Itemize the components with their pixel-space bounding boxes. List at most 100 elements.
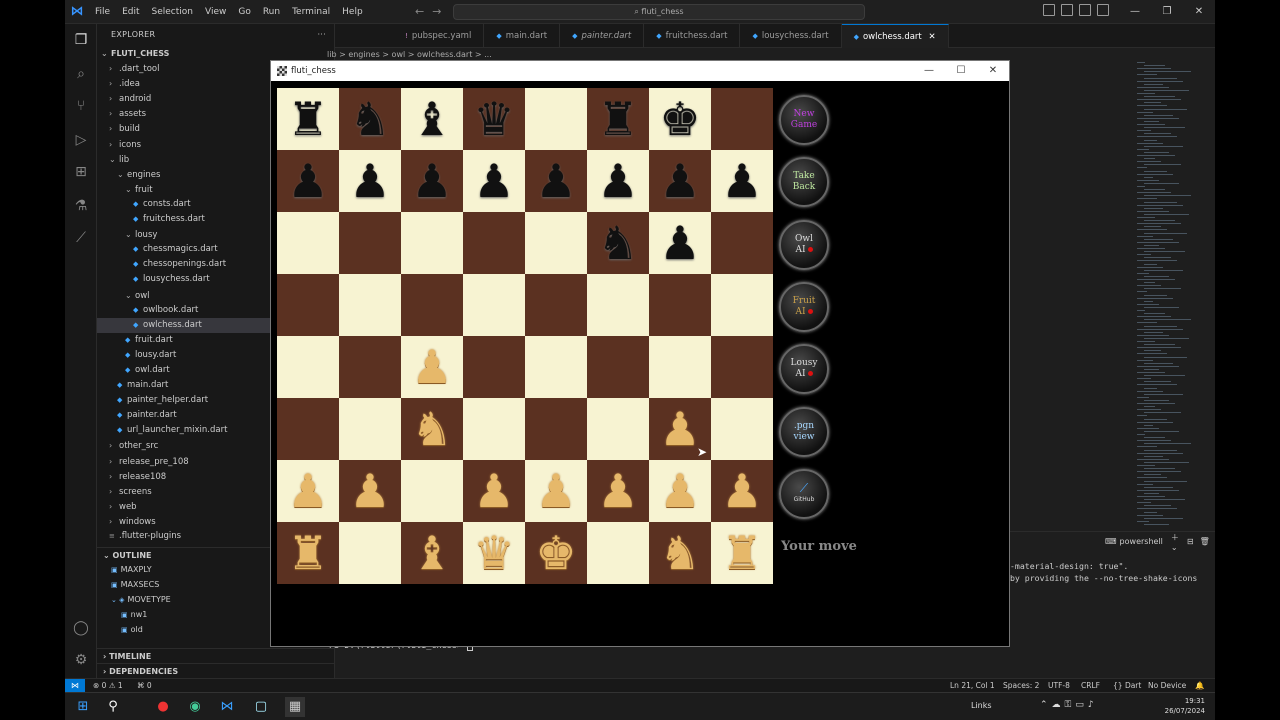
board-square[interactable]	[587, 398, 649, 460]
board-square[interactable]: ♜	[277, 522, 339, 584]
minimize-icon[interactable]: —	[1119, 0, 1151, 24]
black-queen-icon[interactable]: ♛	[473, 96, 514, 142]
board-square[interactable]	[587, 522, 649, 584]
board-square[interactable]: ♞	[339, 88, 401, 150]
kill-terminal-icon[interactable]: 🗑	[1200, 537, 1210, 546]
close-icon[interactable]: ✕	[977, 61, 1009, 81]
board-square[interactable]: ♛	[463, 522, 525, 584]
source-control-icon[interactable]: ⑂	[71, 96, 91, 116]
split-terminal-icon[interactable]: ⊟	[1187, 537, 1194, 546]
system-tray-icons[interactable]: ⌃☁⚿▭♪	[1040, 700, 1098, 710]
white-knight-icon[interactable]: ♞	[659, 530, 700, 576]
run-debug-icon[interactable]: ▷	[71, 130, 91, 150]
board-square[interactable]	[339, 212, 401, 274]
search-icon[interactable]: ⚲	[103, 697, 123, 717]
menu-terminal[interactable]: Terminal	[286, 0, 336, 24]
close-icon[interactable]: ✕	[1183, 0, 1215, 24]
board-square[interactable]	[277, 212, 339, 274]
links-toolbar[interactable]: Links	[971, 701, 992, 710]
board-square[interactable]: ♝	[401, 88, 463, 150]
board-square[interactable]	[711, 398, 773, 460]
breadcrumb[interactable]: lib > engines > owl > owlchess.dart > ..…	[327, 50, 492, 59]
board-square[interactable]: ♝	[401, 522, 463, 584]
board-square[interactable]	[339, 522, 401, 584]
black-pawn-icon[interactable]: ♟	[659, 158, 700, 204]
manage-gear-icon[interactable]: ⚙	[71, 650, 91, 670]
extensions-icon[interactable]: ⊞	[71, 162, 91, 182]
white-pawn-icon[interactable]: ♟	[597, 468, 638, 514]
minimap[interactable]	[1133, 62, 1203, 532]
board-square[interactable]	[339, 274, 401, 336]
white-pawn-icon[interactable]: ♟	[659, 468, 700, 514]
device-selector[interactable]: No Device	[1148, 679, 1186, 693]
board-square[interactable]	[277, 336, 339, 398]
menu-help[interactable]: Help	[336, 0, 369, 24]
black-rook-icon[interactable]: ♜	[287, 96, 328, 142]
white-bishop-icon[interactable]: ♝	[411, 530, 452, 576]
terminal-shell-label[interactable]: powershell	[1120, 537, 1163, 546]
app-icon[interactable]: ●	[153, 697, 173, 717]
board-square[interactable]: ♜	[277, 88, 339, 150]
black-bishop-icon[interactable]: ♝	[411, 96, 452, 142]
close-tab-icon[interactable]: ✕	[926, 32, 935, 42]
language-mode[interactable]: {} Dart	[1113, 679, 1141, 693]
timeline-section[interactable]: › TIMELINE	[97, 648, 335, 663]
board-square[interactable]	[525, 212, 587, 274]
white-pawn-icon[interactable]: ♟	[535, 468, 576, 514]
board-square[interactable]	[463, 274, 525, 336]
board-square[interactable]: ♜	[587, 88, 649, 150]
board-square[interactable]: ♟	[277, 150, 339, 212]
cursor-position[interactable]: Ln 21, Col 1	[950, 679, 995, 693]
editor-tab[interactable]: ◆ fruitchess.dart	[644, 24, 741, 48]
board-square[interactable]: ♟	[525, 460, 587, 522]
new-terminal-icon[interactable]: ＋⌄	[1171, 532, 1179, 552]
board-square[interactable]: ♟	[649, 460, 711, 522]
nav-arrows-icon[interactable]: ←→	[415, 5, 449, 18]
more-actions-icon[interactable]: ···	[317, 24, 326, 46]
white-pawn-icon[interactable]: ♟	[721, 468, 762, 514]
board-square[interactable]	[463, 212, 525, 274]
black-knight-icon[interactable]: ♞	[349, 96, 390, 142]
board-square[interactable]: ♟	[649, 212, 711, 274]
menu-selection[interactable]: Selection	[146, 0, 199, 24]
start-icon[interactable]: ⊞	[73, 697, 93, 717]
board-square[interactable]	[587, 274, 649, 336]
problems-status[interactable]: ⊗ 0 ⚠ 1	[93, 679, 123, 693]
restore-icon[interactable]: ❐	[1151, 0, 1183, 24]
black-pawn-icon[interactable]: ♟	[535, 158, 576, 204]
board-square[interactable]	[339, 398, 401, 460]
chrome-icon[interactable]: ◉	[185, 697, 205, 717]
black-knight-icon[interactable]: ♞	[597, 220, 638, 266]
board-square[interactable]: ♟	[463, 460, 525, 522]
editor-tab[interactable]: ◆ lousychess.dart	[740, 24, 842, 48]
line-endings[interactable]: CRLF	[1081, 679, 1100, 693]
fluti-chess-taskbar-icon[interactable]: ▦	[285, 697, 305, 717]
menu-edit[interactable]: Edit	[116, 0, 145, 24]
black-pawn-icon[interactable]: ♟	[473, 158, 514, 204]
white-knight-icon[interactable]: ♞	[411, 406, 452, 452]
board-square[interactable]	[401, 212, 463, 274]
board-square[interactable]	[277, 274, 339, 336]
command-center[interactable]: ⌕ fluti_chess	[453, 4, 865, 20]
owl-ai-button[interactable]: Owl AI	[779, 219, 829, 270]
indentation[interactable]: Spaces: 2	[1003, 679, 1039, 693]
testing-icon[interactable]: ⚗	[71, 196, 91, 216]
board-square[interactable]: ♞	[649, 522, 711, 584]
take-back-button[interactable]: Take Back	[779, 157, 829, 208]
explorer-icon[interactable]: ❐	[71, 30, 91, 50]
board-square[interactable]	[401, 274, 463, 336]
ports-status[interactable]: ⌘ 0	[137, 679, 152, 693]
board-square[interactable]	[711, 88, 773, 150]
editor-tab[interactable]: ◆ main.dart	[484, 24, 561, 48]
search-icon[interactable]: ⌕	[71, 64, 91, 84]
board-square[interactable]	[463, 398, 525, 460]
white-pawn-icon[interactable]: ♟	[349, 468, 390, 514]
github-button[interactable]: ⟋ GitHub	[779, 468, 829, 519]
fruit-ai-button[interactable]: Fruit AI	[779, 281, 829, 332]
white-pawn-icon[interactable]: ♟	[659, 406, 700, 452]
white-rook-icon[interactable]: ♜	[721, 530, 762, 576]
board-square[interactable]: ♟	[339, 460, 401, 522]
editor-tab[interactable]: ! pubspec.yaml	[393, 24, 485, 48]
board-square[interactable]: ♞	[587, 212, 649, 274]
board-square[interactable]: ♟	[277, 460, 339, 522]
